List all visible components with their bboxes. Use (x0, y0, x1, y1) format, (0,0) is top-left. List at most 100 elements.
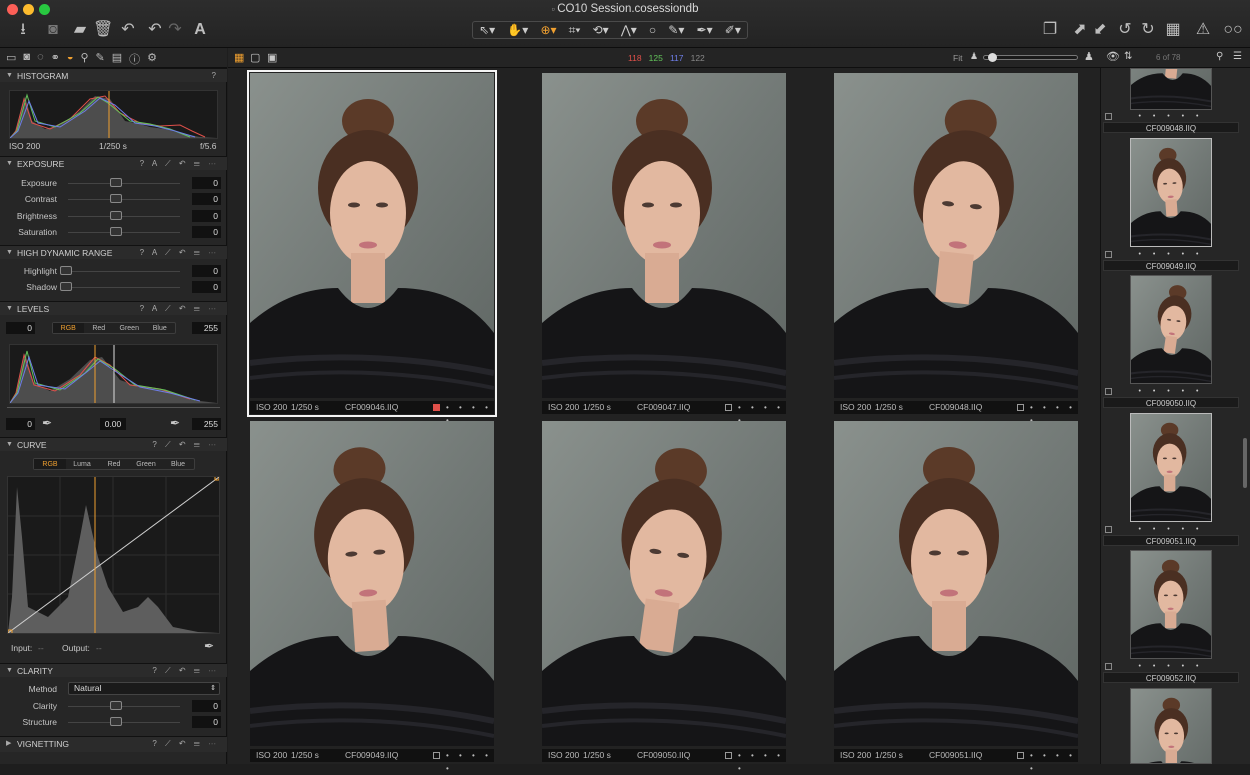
rating-stars[interactable]: • • • • • (738, 749, 786, 775)
portrait-photo[interactable] (542, 73, 786, 398)
black-point-picker-icon[interactable]: ✒ (42, 416, 52, 430)
portrait-photo[interactable] (542, 421, 786, 746)
exposure-value[interactable]: 0 (192, 177, 221, 189)
grid-view-icon[interactable]: ▦ (234, 51, 244, 64)
color-tab-icon[interactable]: ⚭ (51, 51, 60, 67)
levels-low-input[interactable]: 0 (6, 322, 35, 334)
pan-icon[interactable]: ✋▾ (507, 23, 528, 37)
clarity-value[interactable]: 0 (192, 716, 221, 729)
rotate-right-icon[interactable]: ↻ (1138, 20, 1158, 40)
circle-icon[interactable]: ○ (649, 23, 656, 37)
capture-tab-icon[interactable]: ◙ (23, 51, 30, 67)
collapse-icon[interactable]: ⬋ (1090, 20, 1110, 40)
color-tag-icon[interactable] (725, 752, 732, 759)
filter-icon[interactable]: ☰ (1233, 51, 1242, 62)
vignetting-header[interactable]: ▶ VIGNETTING? ⟋ ↶ ☰ ⋯ (0, 736, 227, 752)
color-tag-icon[interactable] (1017, 752, 1024, 759)
filmstrip-rating[interactable]: • • • • • (1103, 525, 1239, 535)
levels-channel-blue[interactable]: Blue (145, 323, 176, 333)
levels-graph[interactable] (9, 344, 218, 404)
exposure-slider[interactable] (68, 183, 180, 184)
hdr-slider[interactable] (68, 271, 180, 272)
eye-icon[interactable]: 👁 (1106, 50, 1120, 63)
hdr-slider[interactable] (68, 287, 180, 289)
grid-thumbnail[interactable]: ISO 200 1/250 s CF009047.IIQ • • • • • (542, 73, 786, 425)
histogram-header[interactable]: ▼ HISTOGRAM? (0, 68, 227, 82)
brush-icon[interactable]: ✎▾ (668, 23, 684, 37)
color-tag-icon[interactable] (1017, 404, 1024, 411)
undo-icon[interactable]: ↶ (145, 20, 165, 40)
filmstrip-tag-icon[interactable] (1105, 525, 1112, 533)
grid-thumbnail[interactable]: ISO 200 1/250 s CF009049.IIQ • • • • • (250, 421, 494, 773)
search-icon[interactable]: ⚲ (1216, 51, 1223, 62)
rating-stars[interactable]: • • • • • (446, 749, 494, 775)
white-point-picker-icon[interactable]: ✒ (170, 416, 180, 430)
levels-channel-red[interactable]: Red (84, 323, 115, 333)
metadata-tab-icon[interactable]: ⓘ (129, 51, 140, 67)
exposure-slider-knob[interactable] (110, 210, 122, 220)
filmstrip-thumbnail[interactable] (1130, 550, 1212, 659)
clarity-slider-knob[interactable] (110, 717, 122, 727)
exposure-value[interactable]: 0 (192, 226, 221, 239)
clarity-header[interactable]: ▼ CLARITY? ⟋ ↶ ☰ ⋯ (0, 663, 227, 677)
hdr-slider-knob[interactable] (60, 282, 72, 292)
hdr-value[interactable]: 0 (192, 281, 221, 294)
exposure-slider-knob[interactable] (110, 194, 122, 204)
rotate-tool-icon[interactable]: ⟲▾ (593, 23, 609, 37)
clarity-slider-knob[interactable] (110, 701, 122, 710)
filmstrip-tag-icon[interactable] (1105, 113, 1112, 120)
keystone-icon[interactable]: ⋀▾ (621, 23, 637, 37)
hdr-slider-knob[interactable] (60, 266, 72, 275)
crop-icon[interactable]: ⌗▾ (569, 23, 581, 38)
thumbnail-size-slider[interactable] (983, 53, 1078, 62)
folder-icon[interactable]: ▰ (70, 20, 90, 40)
eraser-icon[interactable]: ✐▾ (725, 23, 741, 37)
curve-graph[interactable] (7, 475, 220, 635)
portrait-photo[interactable] (250, 421, 494, 746)
portrait-photo[interactable] (250, 73, 494, 398)
trash-icon[interactable]: 🗑 (93, 20, 113, 40)
grid-thumbnail[interactable]: ISO 200 1/250 s CF009051.IIQ • • • • • (834, 421, 1078, 773)
levels-header[interactable]: ▼ LEVELS? A ⟋ ↶ ☰ ⋯ (0, 301, 227, 315)
grid-icon[interactable]: ▦ (1163, 20, 1183, 40)
exposure-value[interactable]: 0 (192, 209, 221, 222)
curve-channel-luma[interactable]: Luma (66, 459, 98, 469)
clarity-method-select[interactable]: Natural ⇕ (68, 682, 220, 695)
curve-channel-green[interactable]: Green (130, 459, 162, 469)
filmstrip-scrollbar[interactable] (1243, 438, 1247, 488)
levels-output-high-input[interactable]: 255 (192, 418, 221, 430)
filmstrip-rating[interactable]: • • • • • (1103, 250, 1239, 260)
levels-channel-rgb[interactable]: RGB (53, 323, 84, 333)
expand-icon[interactable]: ⬈ (1070, 20, 1090, 40)
exposure-slider[interactable] (68, 215, 180, 217)
rotate-left-icon[interactable]: ↺ (1115, 20, 1135, 40)
single-view-icon[interactable]: ▢ (250, 51, 260, 64)
rotate-icon[interactable]: ↶ (118, 20, 138, 40)
output-tab-icon[interactable]: ▤ (112, 51, 122, 67)
details-tab-icon[interactable]: ⚲ (80, 51, 88, 67)
filmstrip-tag-icon[interactable] (1105, 388, 1112, 395)
grid-thumbnail[interactable]: ISO 200 1/250 s CF009046.IIQ • • • • • (247, 70, 497, 425)
filmstrip-thumbnail[interactable] (1130, 688, 1212, 764)
stack-icon[interactable]: ❐ (1040, 20, 1060, 40)
grid-thumbnail[interactable]: ISO 200 1/250 s CF009050.IIQ • • • • • (542, 421, 786, 773)
curve-channel-rgb[interactable]: RGB (34, 459, 66, 469)
exposure-value[interactable]: 0 (192, 193, 221, 206)
clarity-slider[interactable] (68, 706, 180, 707)
picker-icon[interactable]: ✒▾ (697, 23, 713, 37)
camera-icon[interactable]: ◙ (43, 20, 63, 40)
exposure-slider-knob[interactable] (110, 178, 122, 187)
sort-icon[interactable]: ⇅ (1124, 51, 1132, 62)
import-icon[interactable]: ⭳ (13, 20, 33, 40)
levels-output-low-input[interactable]: 0 (6, 418, 35, 430)
portrait-photo[interactable] (834, 421, 1078, 746)
color-tag-icon[interactable] (725, 404, 732, 411)
clarity-slider[interactable] (68, 722, 180, 724)
filmstrip-rating[interactable]: • • • • • (1103, 662, 1239, 672)
settings-tab-icon[interactable]: ⚙ (147, 51, 157, 67)
select-icon[interactable]: ⇖▾ (479, 23, 495, 37)
lens-tab-icon[interactable]: ◌ (37, 51, 44, 67)
exposure-slider[interactable] (68, 199, 180, 201)
exposure-slider-knob[interactable] (110, 227, 122, 237)
exposure-header[interactable]: ▼ EXPOSURE? A ⟋ ↶ ☰ ⋯ (0, 156, 227, 170)
